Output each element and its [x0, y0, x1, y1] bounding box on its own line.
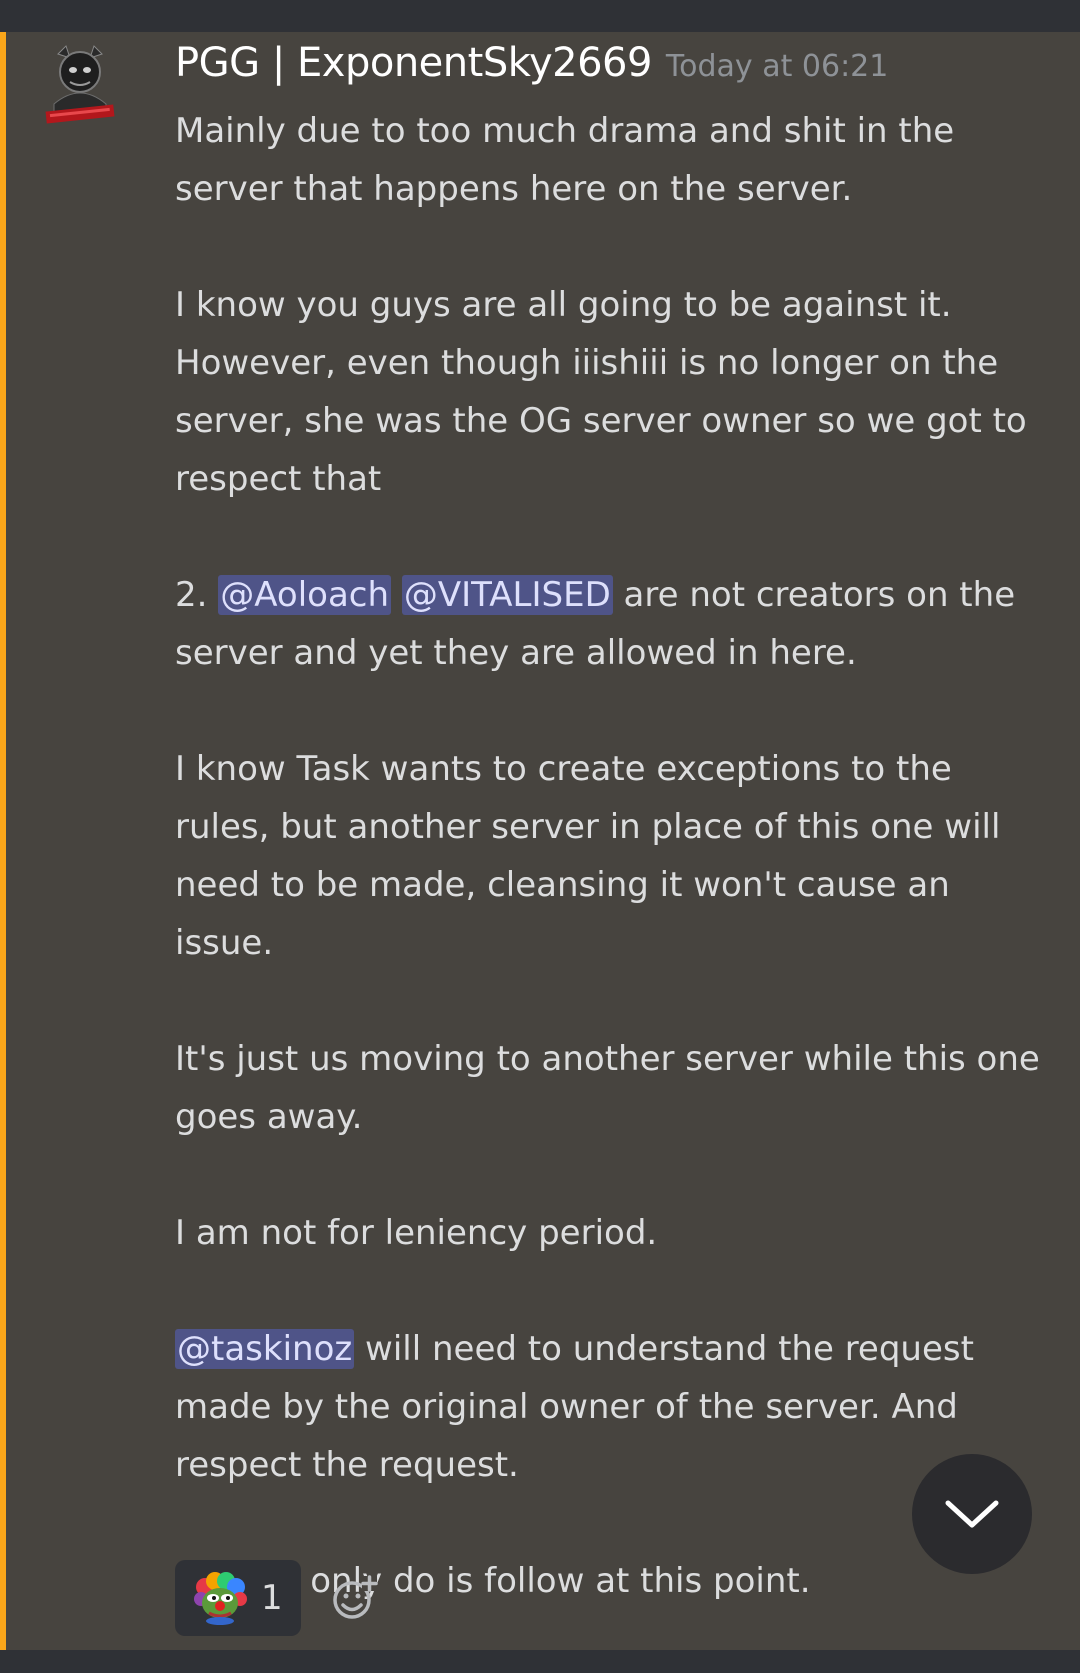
paragraph: I know Task wants to create exceptions t… [175, 749, 1001, 963]
reaction-pill[interactable]: 1 [175, 1560, 301, 1636]
clown-pepe-emoji-icon [194, 1572, 247, 1625]
user-mention[interactable]: @taskinoz [175, 1329, 355, 1369]
bottom-strip [0, 1650, 1080, 1673]
top-strip [0, 0, 1080, 32]
chevron-down-icon [945, 1500, 999, 1528]
message-content: Mainly due to too much drama and shit in… [175, 102, 1055, 1610]
screen: PGG | ExponentSky2669 Today at 06:21 Main… [0, 0, 1080, 1673]
jump-to-latest-button[interactable] [912, 1454, 1032, 1574]
mention-highlight-bar [0, 32, 6, 1650]
paragraph: It's just us moving to another server wh… [175, 1039, 1040, 1137]
author-name[interactable]: PGG | ExponentSky2669 [175, 40, 652, 86]
paragraph: 2. @Aoloach @VITALISED are not creators … [175, 566, 1055, 682]
message-header: PGG | ExponentSky2669 Today at 06:21 [175, 40, 888, 86]
message-timestamp: Today at 06:21 [665, 49, 889, 84]
paragraph: @taskinoz will need to understand the re… [175, 1320, 1055, 1494]
paragraph: Mainly due to too much drama and shit in… [175, 111, 955, 209]
message[interactable]: PGG | ExponentSky2669 Today at 06:21 Main… [0, 32, 1080, 1650]
avatar-icon[interactable] [40, 42, 120, 132]
paragraph: I know you guys are all going to be agai… [175, 285, 1027, 499]
reactions-bar: 1 [175, 1560, 379, 1636]
paragraph-prefix: 2. [175, 575, 219, 615]
paragraph: I am not for leniency period. [175, 1213, 658, 1253]
user-mention[interactable]: @VITALISED [401, 575, 613, 615]
reaction-count: 1 [261, 1578, 283, 1618]
add-reaction-icon[interactable] [331, 1574, 379, 1622]
user-mention[interactable]: @Aoloach [218, 575, 392, 615]
